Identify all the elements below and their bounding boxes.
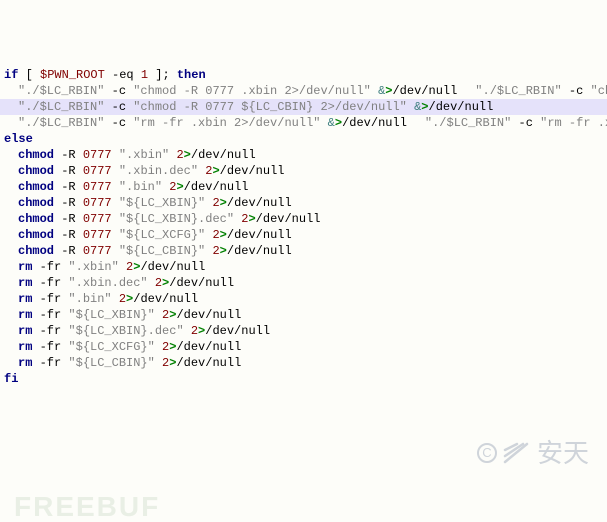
- code-line: "./$LC_RBIN" -c "chmod -R 0777 ${LC_CBIN…: [0, 99, 607, 115]
- code-line: "./$LC_RBIN" -c "rm -fr .xbin 2>/dev/nul…: [0, 116, 407, 130]
- code-line: rm -fr "${LC_XBIN}" 2>/dev/null: [0, 307, 607, 323]
- code-line: rm -fr "${LC_XBIN}.dec" 2>/dev/null: [0, 323, 607, 339]
- code-line: rm -fr "${LC_XCFG}" 2>/dev/null: [0, 339, 607, 355]
- code-line: chmod -R 0777 "${LC_XBIN}" 2>/dev/null: [0, 195, 607, 211]
- freebuf-watermark: FREEBUF: [14, 499, 160, 515]
- code-line: chmod -R 0777 ".xbin" 2>/dev/null: [0, 147, 607, 163]
- code-line: "./$LC_RBIN" -c "chmod -R 0777 .xbin.dec…: [457, 84, 607, 98]
- copyright-icon: C: [477, 443, 497, 463]
- fi-line: fi: [0, 371, 607, 387]
- logo-text: 安天: [537, 445, 589, 461]
- else-line: else: [0, 131, 607, 147]
- code-line: rm -fr "${LC_CBIN}" 2>/dev/null: [0, 355, 607, 371]
- code-line: chmod -R 0777 "${LC_CBIN}" 2>/dev/null: [0, 243, 607, 259]
- if-line: if [ $PWN_ROOT -eq 1 ]; then: [0, 67, 607, 83]
- wing-icon: [503, 440, 531, 466]
- code-line: "./$LC_RBIN" -c "chmod -R 0777 .xbin 2>/…: [0, 84, 457, 98]
- code-block: if [ $PWN_ROOT -eq 1 ]; then"./$LC_RBIN"…: [0, 67, 607, 387]
- code-line: chmod -R 0777 ".bin" 2>/dev/null: [0, 179, 607, 195]
- code-line: chmod -R 0777 ".xbin.dec" 2>/dev/null: [0, 163, 607, 179]
- code-line: chmod -R 0777 "${LC_XCFG}" 2>/dev/null: [0, 227, 607, 243]
- code-line: "./$LC_RBIN" -c "rm -fr .xbin.dec 2>/dev…: [407, 116, 607, 130]
- code-line: rm -fr ".bin" 2>/dev/null: [0, 291, 607, 307]
- code-line: chmod -R 0777 "${LC_XBIN}.dec" 2>/dev/nu…: [0, 211, 607, 227]
- code-line: rm -fr ".xbin.dec" 2>/dev/null: [0, 275, 607, 291]
- antiy-logo: C 安天: [477, 440, 589, 466]
- code-line: rm -fr ".xbin" 2>/dev/null: [0, 259, 607, 275]
